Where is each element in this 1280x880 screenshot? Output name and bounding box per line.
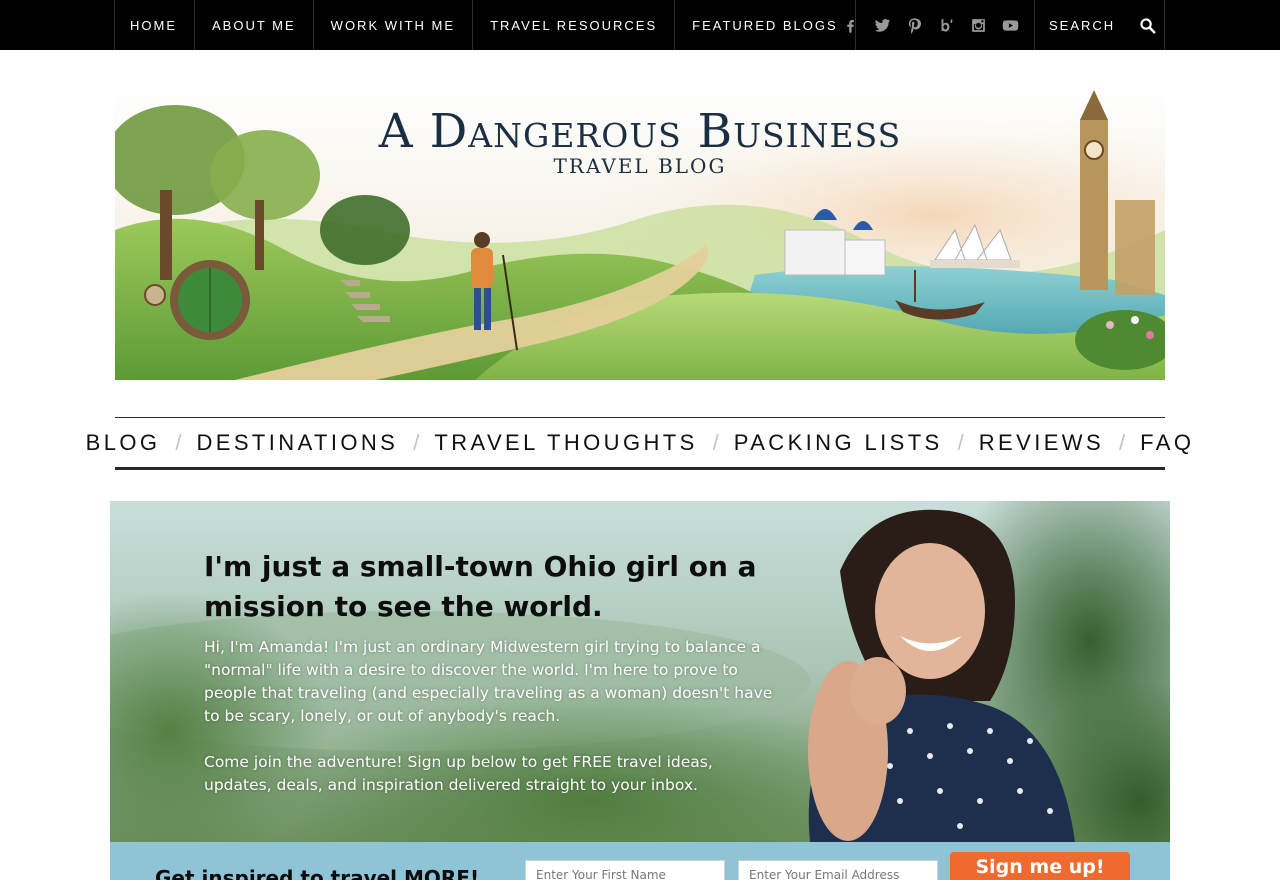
instagram-icon[interactable]: [962, 0, 994, 50]
search-box: [1034, 0, 1165, 50]
topnav-item-about-me[interactable]: ABOUT ME: [194, 0, 313, 50]
youtube-icon[interactable]: [994, 0, 1026, 50]
mainnav-item-reviews[interactable]: REVIEWS: [979, 430, 1104, 456]
newsletter-signup: Get inspired to travel MORE! Sign me up!: [110, 842, 1170, 880]
social-links: [834, 0, 1026, 50]
topnav-item-home[interactable]: HOME: [114, 0, 194, 50]
mainnav-item-travel-thoughts[interactable]: TRAVEL THOUGHTS: [434, 430, 697, 456]
topnav-item-work-with-me[interactable]: WORK WITH ME: [312, 0, 472, 50]
top-navigation: HOME ABOUT ME WORK WITH ME TRAVEL RESOUR…: [114, 0, 856, 50]
search-input[interactable]: [1049, 14, 1133, 36]
site-logo-title: A Dangerous Business: [378, 104, 902, 159]
hero-cta-text: Come join the adventure! Sign up below t…: [204, 753, 713, 794]
site-logo-subtitle: TRAVEL BLOG: [553, 154, 727, 178]
nav-separator: /: [712, 429, 719, 455]
mainnav-item-blog[interactable]: BLOG: [86, 430, 161, 456]
bloglovin-icon[interactable]: [930, 0, 962, 50]
mainnav-item-faq[interactable]: FAQ: [1140, 430, 1194, 456]
nav-separator: /: [413, 429, 420, 455]
top-bar: HOME ABOUT ME WORK WITH ME TRAVEL RESOUR…: [0, 0, 1280, 50]
signup-title: Get inspired to travel MORE!: [155, 866, 480, 880]
header-banner[interactable]: A Dangerous Business TRAVEL BLOG: [115, 80, 1165, 380]
mainnav-item-packing-lists[interactable]: PACKING LISTS: [734, 430, 943, 456]
hero-title: I'm just a small-town Ohio girl on a mis…: [204, 550, 757, 623]
first-name-field[interactable]: [525, 860, 725, 880]
search-icon[interactable]: [1137, 15, 1157, 35]
nav-separator: /: [175, 429, 182, 455]
topnav-item-featured-blogs[interactable]: FEATURED BLOGS: [674, 0, 856, 50]
main-navigation: BLOG / DESTINATIONS / TRAVEL THOUGHTS / …: [86, 417, 1191, 470]
sign-me-up-button[interactable]: Sign me up!: [950, 852, 1130, 880]
facebook-icon[interactable]: [834, 0, 866, 50]
nav-separator: /: [957, 429, 964, 455]
nav-separator: /: [1119, 429, 1126, 455]
hero-section: I'm just a small-town Ohio girl on a mis…: [110, 501, 1170, 842]
hero-intro-text: Hi, I'm Amanda! I'm just an ordinary Mid…: [204, 638, 773, 725]
email-field[interactable]: [738, 860, 938, 880]
topnav-item-travel-resources[interactable]: TRAVEL RESOURCES: [472, 0, 674, 50]
mainnav-item-destinations[interactable]: DESTINATIONS: [197, 430, 399, 456]
pinterest-icon[interactable]: [898, 0, 930, 50]
twitter-icon[interactable]: [866, 0, 898, 50]
